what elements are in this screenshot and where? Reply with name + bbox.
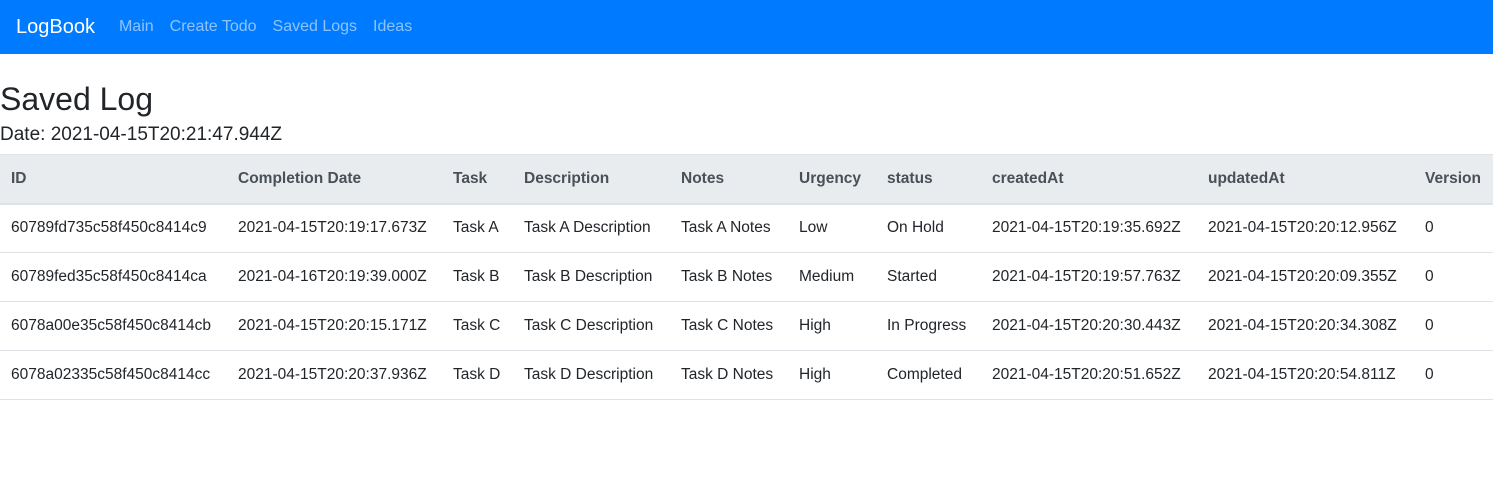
cell-notes: Task A Notes (670, 203, 788, 253)
cell-completion-date: 2021-04-15T20:19:17.673Z (227, 203, 442, 253)
table-header: ID Completion Date Task Description Notes Urg… (0, 154, 1493, 205)
cell-id: 60789fed35c58f450c8414ca (0, 252, 227, 302)
saved-log-table: ID Completion Date Task Description Notes Urg… (0, 154, 1493, 400)
cell-updated-at: 2021-04-15T20:20:34.308Z (1197, 301, 1414, 351)
cell-description: Task C Description (513, 301, 670, 351)
cell-version: 0 (1414, 203, 1493, 253)
table-row: 60789fed35c58f450c8414ca 2021-04-16T20:19… (0, 252, 1493, 302)
navbar: LogBook Main Create Todo Saved Logs Idea… (0, 0, 1493, 54)
cell-created-at: 2021-04-15T20:20:51.652Z (981, 350, 1197, 400)
table-body: 60789fd735c58f450c8414c9 2021-04-15T20:19… (0, 203, 1493, 400)
header-notes: Notes (670, 154, 788, 205)
header-task: Task (442, 154, 513, 205)
cell-urgency: Medium (788, 252, 876, 302)
cell-description: Task A Description (513, 203, 670, 253)
nav-links: Main Create Todo Saved Logs Ideas (119, 18, 412, 36)
brand-link[interactable]: LogBook (16, 16, 95, 39)
header-status: status (876, 154, 981, 205)
cell-completion-date: 2021-04-15T20:20:37.936Z (227, 350, 442, 400)
cell-task: Task C (442, 301, 513, 351)
header-row: ID Completion Date Task Description Notes Urg… (0, 154, 1493, 205)
table-row: 60789fd735c58f450c8414c9 2021-04-15T20:19… (0, 203, 1493, 253)
page-title: Saved Log (0, 81, 154, 117)
cell-updated-at: 2021-04-15T20:20:54.811Z (1197, 350, 1414, 400)
header-version: Version (1414, 154, 1493, 205)
cell-notes: Task B Notes (670, 252, 788, 302)
cell-version: 0 (1414, 252, 1493, 302)
cell-status: Started (876, 252, 981, 302)
nav-link-main[interactable]: Main (119, 18, 154, 36)
cell-task: Task B (442, 252, 513, 302)
header-urgency: Urgency (788, 154, 876, 205)
cell-urgency: Low (788, 203, 876, 253)
table-row: 6078a00e35c58f450c8414cb 2021-04-15T20:20… (0, 301, 1493, 351)
header-completion-date: Completion Date (227, 154, 442, 205)
cell-status: In Progress (876, 301, 981, 351)
cell-urgency: High (788, 350, 876, 400)
cell-task: Task D (442, 350, 513, 400)
header-id: ID (0, 154, 227, 205)
cell-created-at: 2021-04-15T20:19:57.763Z (981, 252, 1197, 302)
nav-link-ideas[interactable]: Ideas (373, 18, 412, 36)
cell-version: 0 (1414, 301, 1493, 351)
cell-id: 6078a00e35c58f450c8414cb (0, 301, 227, 351)
table-row: 6078a02335c58f450c8414cc 2021-04-15T20:20… (0, 350, 1493, 400)
cell-completion-date: 2021-04-15T20:20:15.171Z (227, 301, 442, 351)
cell-id: 6078a02335c58f450c8414cc (0, 350, 227, 400)
cell-notes: Task D Notes (670, 350, 788, 400)
cell-created-at: 2021-04-15T20:20:30.443Z (981, 301, 1197, 351)
header-updated-at: updatedAt (1197, 154, 1414, 205)
cell-created-at: 2021-04-15T20:19:35.692Z (981, 203, 1197, 253)
header-created-at: createdAt (981, 154, 1197, 205)
cell-completion-date: 2021-04-16T20:19:39.000Z (227, 252, 442, 302)
cell-updated-at: 2021-04-15T20:20:09.355Z (1197, 252, 1414, 302)
cell-urgency: High (788, 301, 876, 351)
cell-description: Task B Description (513, 252, 670, 302)
log-date: Date: 2021-04-15T20:21:47.944Z (0, 124, 283, 145)
cell-status: Completed (876, 350, 981, 400)
header-description: Description (513, 154, 670, 205)
cell-description: Task D Description (513, 350, 670, 400)
cell-notes: Task C Notes (670, 301, 788, 351)
cell-version: 0 (1414, 350, 1493, 400)
cell-id: 60789fd735c58f450c8414c9 (0, 203, 227, 253)
cell-updated-at: 2021-04-15T20:20:12.956Z (1197, 203, 1414, 253)
cell-task: Task A (442, 203, 513, 253)
nav-link-create-todo[interactable]: Create Todo (170, 18, 257, 36)
cell-status: On Hold (876, 203, 981, 253)
nav-link-saved-logs[interactable]: Saved Logs (273, 18, 358, 36)
